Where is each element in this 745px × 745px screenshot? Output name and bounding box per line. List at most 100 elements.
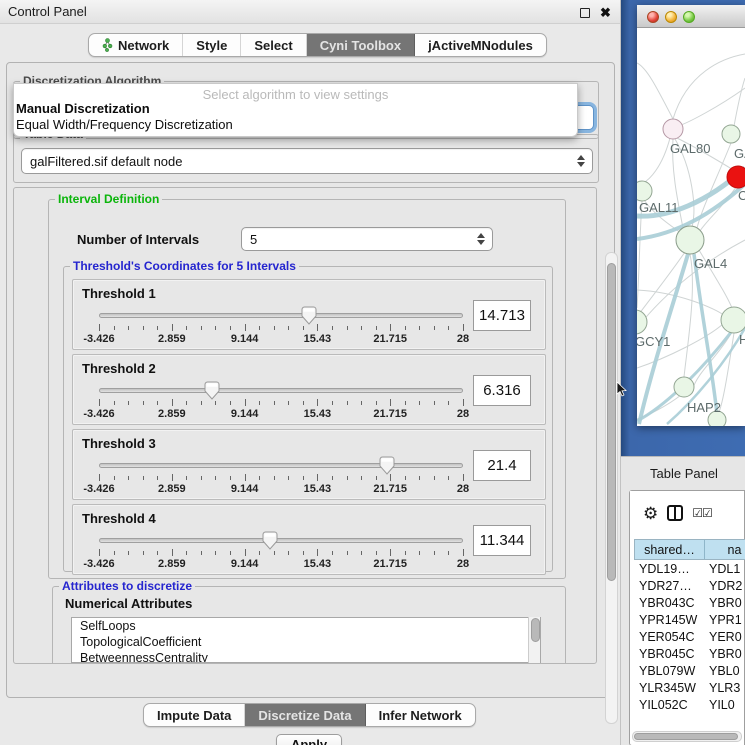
apply-button[interactable]: Apply	[276, 734, 342, 745]
slider-handle[interactable]	[379, 456, 395, 475]
node-label-c: C	[738, 188, 745, 203]
columns-icon[interactable]	[667, 505, 683, 521]
right-zone: GAL80GACGAL11GAL4GCY1HHAP2 Table Panel ⚙…	[621, 0, 745, 745]
network-icon	[102, 38, 113, 52]
thresholds-group: Threshold's Coordinates for 5 Intervals …	[63, 266, 553, 572]
slider-handle[interactable]	[301, 306, 317, 325]
table-row[interactable]: YDR27…YDR2	[634, 577, 745, 594]
threshold-label: Threshold 3	[82, 436, 156, 451]
table-row[interactable]: YER054CYER0	[634, 628, 745, 645]
column-header[interactable]: na	[705, 540, 745, 559]
tab-network[interactable]: Network	[89, 34, 183, 56]
threshold-label: Threshold 2	[82, 361, 156, 376]
table-data-value: galFiltered.sif default node	[30, 154, 182, 169]
table-panel: Table Panel ⚙ ☑☑ shared…naYDL19…YDL1YDR2…	[621, 456, 745, 745]
dropdown-option-equal-width[interactable]: Equal Width/Frequency Discretization	[14, 117, 577, 133]
network-frame: GAL80GACGAL11GAL4GCY1HHAP2	[621, 0, 745, 456]
screenshot-root: Control Panel ✖ NetworkStyle Select Cyni T…	[0, 0, 745, 745]
network-window-titlebar	[637, 5, 745, 28]
attribute-item[interactable]: SelfLoops	[72, 618, 540, 634]
table-row[interactable]: YIL052CYIL0	[634, 696, 745, 713]
table-row[interactable]: YPR145WYPR1	[634, 611, 745, 628]
close-panel-icon[interactable]: ✖	[600, 5, 611, 21]
threshold-value-field[interactable]: 21.4	[473, 450, 531, 481]
node-table[interactable]: shared…naYDL19…YDL1YDR27…YDR2YBR043CYBR0…	[634, 539, 745, 727]
column-header[interactable]: shared…	[635, 540, 705, 559]
table-row[interactable]: YBL079WYBL0	[634, 662, 745, 679]
numerical-attributes-list[interactable]: SelfLoopsTopologicalCoefficientBetweenne…	[71, 617, 541, 663]
threshold-slider[interactable]	[99, 462, 463, 470]
threshold-panel-1: Threshold 1 -3.4262.8599.14415.4321.71528…	[72, 279, 546, 350]
settings-scroll-group: Interval Definition Number of Intervals …	[13, 187, 597, 664]
slider-ticks	[99, 324, 463, 332]
tab-label: Discretize Data	[258, 708, 351, 723]
table-panel-box: ⚙ ☑☑ shared…naYDL19…YDL1YDR27…YDR2YBR043…	[629, 490, 745, 745]
threshold-slider[interactable]	[99, 312, 463, 320]
tab-label: Impute Data	[157, 708, 231, 723]
node-label-gal4: GAL4	[694, 256, 727, 271]
slider-scale-labels: -3.4262.8599.14415.4321.71528	[99, 408, 463, 420]
dropdown-placeholder: Select algorithm to view settings	[14, 84, 577, 101]
tab-jactivemnodules[interactable]: jActiveMNodules	[415, 34, 546, 56]
settings-scrollbar[interactable]	[605, 252, 618, 724]
tab-select[interactable]: Select	[241, 34, 306, 56]
tab-label: jActiveMNodules	[428, 38, 533, 53]
slider-scale-labels: -3.4262.8599.14415.4321.71528	[99, 558, 463, 570]
network-canvas[interactable]: GAL80GACGAL11GAL4GCY1HHAP2	[637, 28, 745, 426]
table-row[interactable]: YBR045CYBR0	[634, 645, 745, 662]
attribute-item[interactable]: TopologicalCoefficient	[72, 634, 540, 650]
attribute-item[interactable]: BetweennessCentrality	[72, 650, 540, 663]
tab-infer-network[interactable]: Infer Network	[366, 704, 475, 726]
node-label-h: H	[739, 332, 745, 347]
num-intervals-combo[interactable]: 5	[241, 227, 493, 251]
table-horizontal-scrollbar[interactable]	[632, 731, 742, 742]
tab-discretize-data[interactable]: Discretize Data	[245, 704, 365, 726]
tab-style[interactable]: Style	[183, 34, 241, 56]
threshold-value-field[interactable]: 11.344	[473, 525, 531, 556]
threshold-panel-3: Threshold 3 -3.4262.8599.14415.4321.71528…	[72, 429, 546, 500]
network-graph	[637, 28, 745, 426]
float-window-icon[interactable]	[580, 8, 590, 18]
slider-scale-labels: -3.4262.8599.14415.4321.71528	[99, 333, 463, 345]
combo-spinner-icon	[477, 233, 485, 245]
numerical-attributes-label: Numerical Attributes	[65, 596, 192, 611]
panel-title: Control Panel	[8, 4, 87, 19]
node-label-gal11: GAL11	[639, 200, 679, 215]
zoom-traffic-light-icon[interactable]	[683, 11, 695, 23]
slider-ticks	[99, 549, 463, 557]
table-row[interactable]: YDL19…YDL1	[634, 560, 745, 577]
algorithm-dropdown-popup: Select algorithm to view settings Manual…	[13, 83, 578, 137]
tab-cyni-toolbox[interactable]: Cyni Toolbox	[307, 34, 415, 56]
tab-label: Select	[254, 38, 292, 53]
slider-ticks	[99, 399, 463, 407]
slider-scale-labels: -3.4262.8599.14415.4321.71528	[99, 483, 463, 495]
select-checkboxes-icon[interactable]: ☑☑	[692, 506, 712, 520]
gear-icon[interactable]: ⚙	[643, 505, 658, 522]
interval-definition-group: Interval Definition Number of Intervals …	[48, 199, 566, 579]
tab-impute-data[interactable]: Impute Data	[144, 704, 245, 726]
threshold-slider[interactable]	[99, 387, 463, 395]
table-row[interactable]: YBR043CYBR0	[634, 594, 745, 611]
table-data-combo[interactable]: galFiltered.sif default node	[21, 148, 593, 174]
slider-ticks	[99, 474, 463, 482]
minimize-traffic-light-icon[interactable]	[665, 11, 677, 23]
top-tab-bar: NetworkStyle Select Cyni Toolbox jActiveMNo…	[88, 33, 547, 57]
threshold-value-field[interactable]: 14.713	[473, 300, 531, 331]
table-row[interactable]: YLR345WYLR3	[634, 679, 745, 696]
num-intervals-label: Number of Intervals	[77, 232, 199, 247]
attributes-group-title: Attributes to discretize	[59, 579, 195, 593]
threshold-panel-2: Threshold 2 -3.4262.8599.14415.4321.71528…	[72, 354, 546, 425]
dropdown-option-manual[interactable]: Manual Discretization	[14, 101, 577, 117]
slider-handle[interactable]	[204, 381, 220, 400]
threshold-slider[interactable]	[99, 537, 463, 545]
attributes-group: Attributes to discretize Numerical Attri…	[52, 586, 566, 664]
interval-definition-title: Interval Definition	[55, 192, 162, 206]
table-panel-title: Table Panel	[650, 466, 718, 481]
threshold-label: Threshold 1	[82, 286, 156, 301]
attributes-list-scrollbar[interactable]	[528, 617, 540, 663]
slider-handle[interactable]	[262, 531, 278, 550]
threshold-value-field[interactable]: 6.316	[473, 375, 531, 406]
control-panel-titlebar: Control Panel ✖	[0, 0, 620, 24]
close-traffic-light-icon[interactable]	[647, 11, 659, 23]
bottom-tab-bar: Impute Data Discretize Data Infer Network	[143, 703, 476, 727]
